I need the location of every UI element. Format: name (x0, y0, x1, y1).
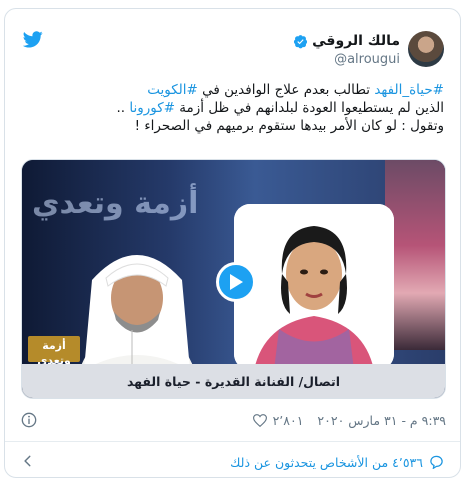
chevron-left-icon[interactable] (21, 454, 35, 468)
tweet-card[interactable]: مالك الروقي @alrougui #حياة_الفهد تطالب … (4, 8, 461, 478)
portrait-inset (234, 204, 394, 370)
tweet-line-2: الذين لم يستطيعوا العودة لبلدانهم في ظل … (19, 99, 444, 117)
heart-icon (252, 413, 267, 427)
tweet-line-1: #حياة_الفهد تطالب بعدم علاج الوافدين في … (19, 81, 444, 99)
tweet-line-3: وتقول : لو كان الأمر بيدها ستقوم برميهم … (134, 118, 444, 134)
avatar[interactable] (408, 31, 444, 67)
like-count: ٢٬٨٠١ (272, 412, 304, 428)
conversation-footer[interactable]: ٤٬٥٣٦ من الأشخاص يتحدثون عن ذلك (21, 452, 444, 472)
people-talking-text: ٤٬٥٣٦ من الأشخاص يتحدثون عن ذلك (230, 454, 423, 470)
show-logo: أزمة وتعدي (28, 336, 80, 367)
video-caption-bar: اتصال/ الفنانة القديرة - حياة الفهد (22, 364, 445, 398)
tweet-text-segment: تطالب بعدم علاج الوافدين في (197, 82, 375, 98)
hashtag-link[interactable]: #كورونا (129, 100, 175, 116)
play-button[interactable] (216, 262, 256, 302)
tweet-text-segment: الذين لم يستطيعوا العودة لبلدانهم في ظل … (175, 100, 444, 116)
tweet-timestamp[interactable]: ٩:٣٩ م - ٣١ مارس ٢٠٢٠ (317, 413, 446, 428)
speech-bubble-icon (430, 455, 443, 469)
info-icon[interactable] (21, 412, 37, 428)
hashtag-link[interactable]: #الكويت (147, 82, 198, 98)
tweet-meta: ٩:٣٩ م - ٣١ مارس ٢٠٢٠ ٢٬٨٠١ (21, 409, 446, 431)
like-button[interactable]: ٢٬٨٠١ (252, 412, 304, 428)
verified-badge-icon (294, 34, 308, 48)
video-player[interactable]: أزمة وتعدي أزمة وتعدي اتصال/ الفنانة الق… (21, 159, 446, 399)
author-name[interactable]: مالك الروقي (312, 33, 400, 49)
tweet-text: #حياة_الفهد تطالب بعدم علاج الوافدين في … (19, 81, 444, 135)
play-icon (230, 274, 243, 290)
author-name-row[interactable]: مالك الروقي (293, 33, 400, 49)
woman-portrait (234, 204, 394, 370)
people-talking-link[interactable]: ٤٬٥٣٦ من الأشخاص يتحدثون عن ذلك (230, 455, 444, 470)
studio-side-photo (385, 160, 445, 350)
divider (5, 441, 460, 442)
tweet-text-segment: .. (116, 100, 130, 116)
hashtag-link[interactable]: #حياة_الفهد (374, 82, 444, 98)
author-handle[interactable]: @alrougui (334, 52, 400, 67)
video-caption-text: اتصال/ الفنانة القديرة - حياة الفهد (126, 373, 341, 389)
twitter-bird-icon[interactable] (23, 31, 43, 48)
